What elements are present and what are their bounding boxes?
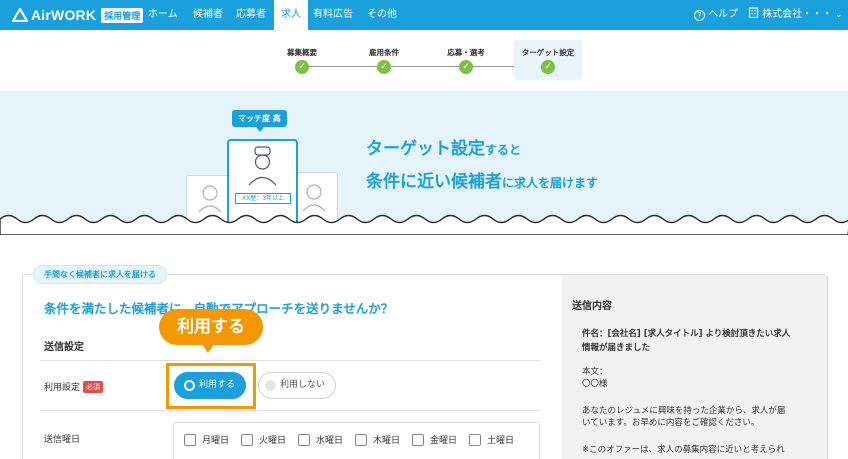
logo-badge: 採用管理 <box>101 7 144 23</box>
stepper-line <box>300 66 548 67</box>
step-label: 募集概要 <box>287 48 317 57</box>
para2-line1: ※このオファーは、求人の募集内容に近いと考えられ <box>582 445 785 455</box>
radio-icon <box>184 380 195 391</box>
day-label: 金曜日 <box>430 436 458 446</box>
day-checkbox-tue[interactable]: 火曜日 <box>241 433 286 446</box>
checkbox-icon <box>469 433 481 446</box>
day-checkbox-thu[interactable]: 木曜日 <box>355 433 400 446</box>
preview-paragraph-1: あなたのレジュメに興味を持った企業から、求人が届 いています。お早めに内容をご確… <box>582 405 822 429</box>
nav-paid-ads[interactable]: 有料広告 <box>306 0 360 30</box>
logo-text: AirWORK <box>31 7 97 23</box>
preview-body-header: 本文： 〇〇様 <box>582 366 822 390</box>
hero-title-1: ターゲット設定すると <box>366 134 521 159</box>
experience-tag: XX歴：3年以上 <box>235 193 291 204</box>
hero-title-1-tail: すると <box>485 143 522 157</box>
nav-jobs[interactable]: 求人 <box>274 0 308 30</box>
usage-label-text: 利用設定 <box>44 383 81 393</box>
checkbox-icon <box>184 433 196 446</box>
check-icon: ✓ <box>295 60 309 74</box>
airwork-logo-icon <box>12 8 28 22</box>
day-label: 木曜日 <box>373 436 401 446</box>
feature-tag: 手間なく候補者に求人を届ける <box>33 265 167 284</box>
chevron-down-icon: ⌄ <box>835 10 843 19</box>
nav-other[interactable]: その他 <box>360 0 404 30</box>
required-badge: 必須 <box>83 381 104 393</box>
day-label: 火曜日 <box>259 436 287 446</box>
preview-subject: 件名：[会社名] [求人タイトル] より検討頂きたい求人 情報が届きました <box>582 327 818 355</box>
days-label: 送信曜日 <box>44 435 81 445</box>
company-label: 株式会社・・・ <box>762 9 833 20</box>
usage-label: 利用設定 必須 <box>44 380 104 393</box>
step-label: ターゲット設定 <box>521 48 575 57</box>
subject-line-1: 件名：[会社名] [求人タイトル] より検討頂きたい求人 <box>582 329 791 339</box>
step-target[interactable]: ターゲット設定 ✓ <box>514 40 582 80</box>
company-menu[interactable]: 株式会社・・・ ⌄ <box>748 0 842 30</box>
para1-line1: あなたのレジュメに興味を持った企業から、求人が届 <box>582 406 786 416</box>
check-icon: ✓ <box>377 60 391 74</box>
preview-title: 送信内容 <box>572 301 612 312</box>
checkbox-icon <box>412 433 424 446</box>
hero-title-2: 条件に近い候補者に求人を届けます <box>366 167 598 192</box>
divider <box>40 360 540 361</box>
para1-line2: いています。お早めに内容をご確認ください。 <box>582 418 760 428</box>
chef-person-icon <box>248 146 277 186</box>
body-label: 本文： <box>582 367 608 377</box>
step-label: 雇用条件 <box>369 48 399 57</box>
day-checkbox-mon[interactable]: 月曜日 <box>184 433 229 446</box>
nav-candidates[interactable]: 候補者 <box>186 0 230 30</box>
check-icon: ✓ <box>541 60 555 74</box>
logo[interactable]: AirWORK 採用管理 <box>12 6 144 24</box>
step-employment[interactable]: 雇用条件 ✓ <box>352 40 416 80</box>
step-application[interactable]: 応募・選考 ✓ <box>434 40 498 80</box>
recipient-text: 〇〇様 <box>582 379 608 389</box>
day-label: 月曜日 <box>202 436 230 446</box>
not-use-option-label: 利用しない <box>280 380 326 390</box>
progress-stepper: 募集概要 ✓ 雇用条件 ✓ 応募・選考 ✓ ターゲット設定 ✓ <box>270 40 582 80</box>
radio-icon <box>265 380 276 391</box>
callout-bubble: 利用する <box>159 309 263 353</box>
top-nav: AirWORK 採用管理 ホーム 候補者 応募者 求人 有料広告 その他 ? ヘ… <box>0 0 848 30</box>
step-label: 応募・選考 <box>447 48 485 57</box>
hero-title-2-main: 条件に近い候補者 <box>366 172 502 192</box>
day-checkbox-sat[interactable]: 土曜日 <box>469 433 514 446</box>
divider <box>40 410 540 411</box>
hero-title-1-main: ターゲット設定 <box>366 139 485 159</box>
use-option-label: 利用する <box>199 380 236 390</box>
checkbox-icon <box>241 433 253 446</box>
nav-home[interactable]: ホーム <box>141 0 185 30</box>
use-option-button[interactable]: 利用する <box>174 372 246 399</box>
checkbox-icon <box>298 433 310 446</box>
checkbox-icon <box>355 433 367 446</box>
building-icon <box>748 7 759 19</box>
match-badge: マッチ度 高 <box>232 110 287 132</box>
day-checkbox-wed[interactable]: 水曜日 <box>298 433 343 446</box>
step-overview[interactable]: 募集概要 ✓ <box>270 40 334 80</box>
not-use-option-button[interactable]: 利用しない <box>258 372 336 399</box>
day-checkbox-fri[interactable]: 金曜日 <box>412 433 457 446</box>
help-icon: ? <box>694 10 705 21</box>
subject-line-2: 情報が届きました <box>582 343 651 353</box>
day-label: 土曜日 <box>487 436 515 446</box>
help-link[interactable]: ? ヘルプ <box>694 0 738 30</box>
help-label: ヘルプ <box>708 9 739 20</box>
day-label: 水曜日 <box>316 436 344 446</box>
hero-title-2-tail: に求人を届けます <box>502 176 599 190</box>
wave-divider <box>0 214 848 235</box>
check-icon: ✓ <box>459 60 473 74</box>
preview-paragraph-2: ※このオファーは、求人の募集内容に近いと考えられ <box>582 444 822 456</box>
nav-applicants[interactable]: 応募者 <box>229 0 273 30</box>
section-title: 送信設定 <box>44 342 84 353</box>
